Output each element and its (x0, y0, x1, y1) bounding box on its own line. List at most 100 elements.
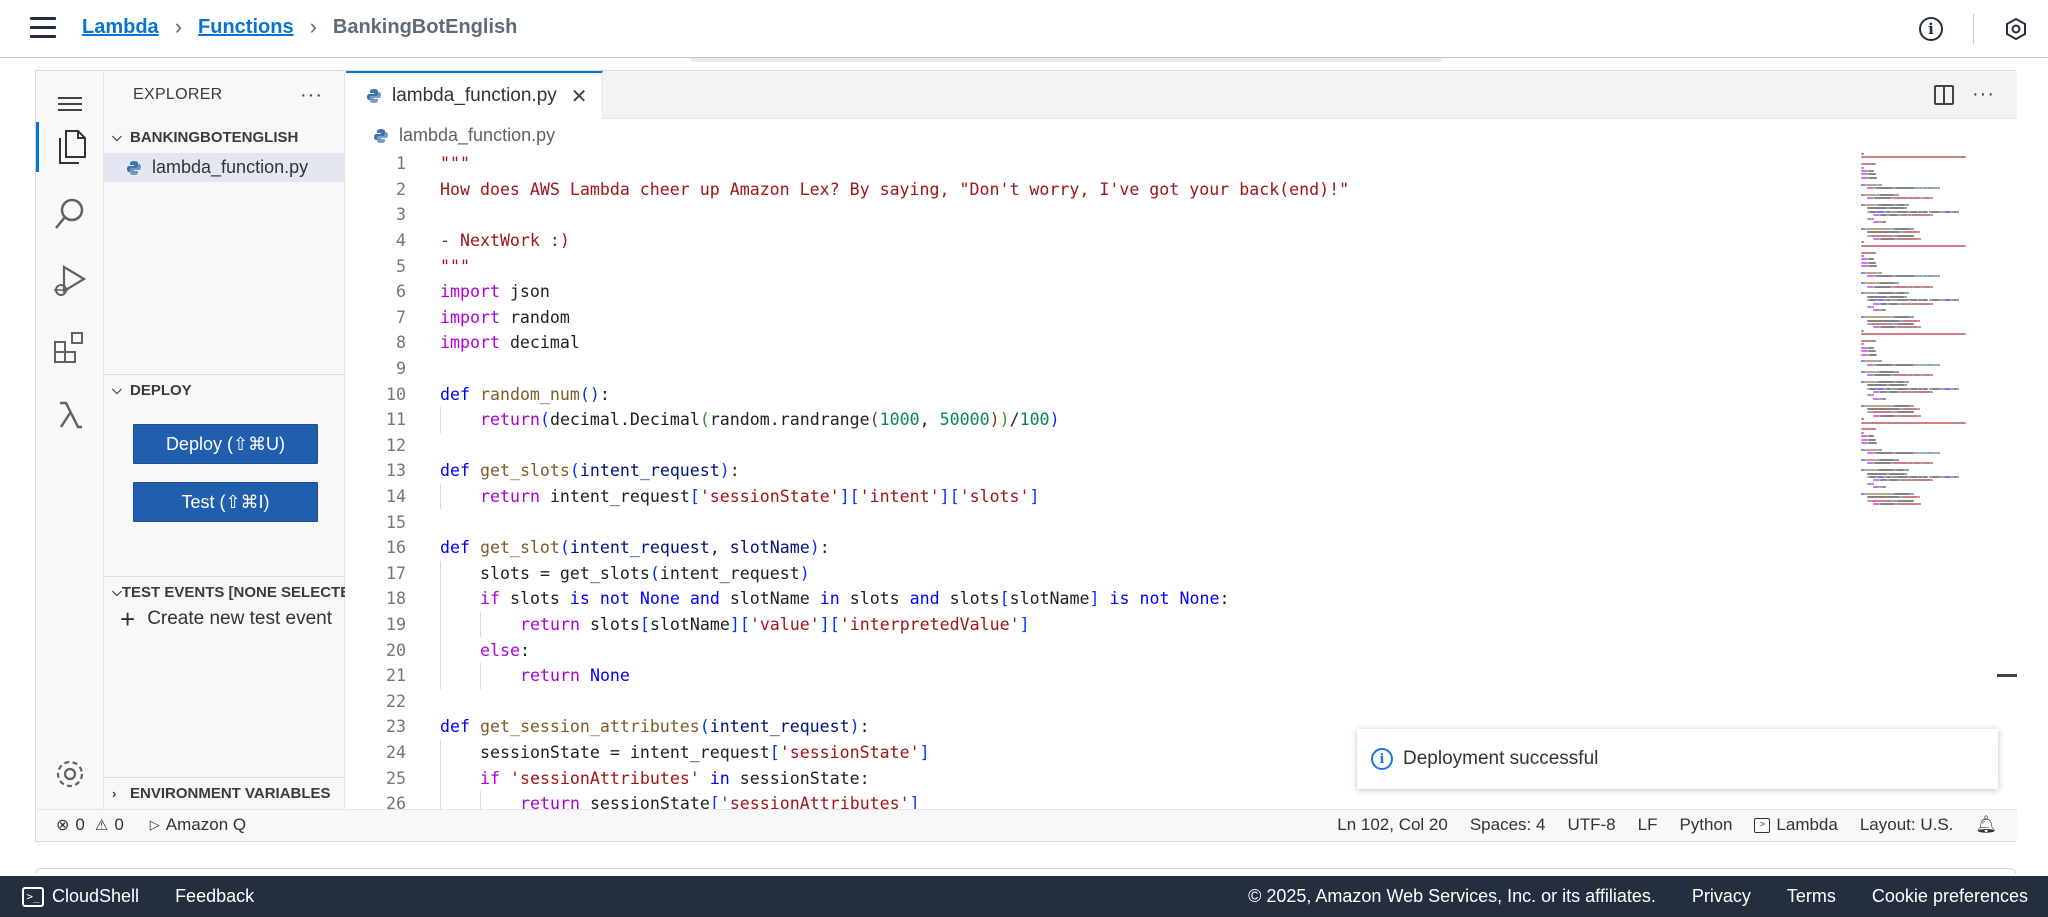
code-content[interactable]: 1 """ 2 How does AWS Lambda cheer up Amazon… (346, 151, 1826, 809)
minimap-token (1931, 285, 1934, 288)
code-token: [ (769, 743, 780, 763)
create-test-event-item[interactable]: + Create new test event (120, 606, 332, 632)
code-line[interactable]: 13 def get_slots(intent_request): (346, 458, 1826, 484)
minimap-token (1867, 258, 1874, 261)
activity-extensions[interactable] (36, 323, 104, 373)
minimap-token (1907, 292, 1910, 295)
minimap-token (1930, 387, 1940, 390)
minimap-token (1910, 479, 1932, 482)
more-actions-icon[interactable]: ··· (1972, 83, 1995, 106)
minimap-token (1867, 275, 1874, 278)
code-line[interactable]: 18 if slots is not None and slotName in s… (346, 586, 1826, 612)
minimap-token (1873, 462, 1892, 465)
minimap-token (1861, 421, 1966, 424)
split-editor-icon[interactable] (1934, 84, 1955, 105)
folder-bankingbotenglish[interactable]: ⌵ BANKINGBOTENGLISH (104, 123, 345, 151)
line-number: 9 (396, 359, 406, 379)
minimap-token (1867, 295, 1887, 298)
minimap-token (1888, 295, 1905, 298)
code-line[interactable]: 2 How does AWS Lambda cheer up Amazon Lex… (346, 177, 1826, 203)
code-token: ( (869, 410, 880, 430)
minimap-token (1867, 462, 1874, 465)
minimap-token (1923, 374, 1932, 376)
code-line[interactable]: 8 import decimal (346, 330, 1826, 356)
feedback-link[interactable]: Feedback (175, 886, 254, 907)
minimap-token (1873, 309, 1880, 312)
code-line[interactable]: 16 def get_slot(intent_request, slotName)… (346, 535, 1826, 561)
minimap-token (1879, 414, 1895, 417)
cloudshell-button[interactable]: >_ CloudShell (22, 886, 139, 907)
code-line[interactable]: 9 (346, 356, 1826, 382)
minimap-token (1869, 387, 1878, 390)
line-number: 21 (386, 666, 406, 686)
minimap-token (1867, 217, 1872, 220)
line-number: 10 (386, 384, 406, 404)
code-line[interactable]: 1 """ (346, 151, 1826, 177)
amazon-q-status[interactable]: ▷ Amazon Q (150, 815, 246, 835)
close-icon[interactable]: ✕ (571, 84, 588, 109)
code-line[interactable]: 14 return intent_request['sessionState'][… (346, 483, 1826, 510)
code-token: ( (559, 538, 570, 558)
privacy-link[interactable]: Privacy (1692, 886, 1751, 907)
info-icon: i (1371, 748, 1393, 770)
bell-icon[interactable]: 🔔︎ (1975, 815, 1997, 835)
terms-link[interactable]: Terms (1787, 886, 1836, 907)
minimap-token (1931, 214, 1934, 217)
minimap-token (1861, 258, 1868, 261)
test-button[interactable]: Test (⇧⌘I) (133, 482, 318, 522)
code-line[interactable]: 10 def random_num(): (346, 381, 1826, 407)
test-events-section[interactable]: ⌵ TEST EVENTS [NONE SELECTED] (104, 578, 345, 606)
activity-settings[interactable] (36, 749, 104, 799)
run-debug-icon (54, 265, 87, 296)
activity-run-debug[interactable] (36, 256, 104, 306)
code-line[interactable]: 11 return(decimal.Decimal(random.randrang… (346, 407, 1826, 433)
code-line[interactable]: 17 slots = get_slots(intent_request) (346, 560, 1826, 587)
code-line[interactable]: 4 - NextWork :) (346, 228, 1826, 254)
lambda-status[interactable]: > Lambda (1754, 815, 1838, 835)
code-line[interactable]: 7 import random (346, 305, 1826, 331)
code-line[interactable]: 21 return None (346, 663, 1826, 689)
minimap-token (1896, 282, 1899, 285)
menu-icon[interactable] (30, 17, 56, 41)
keyboard-layout[interactable]: Layout: U.S. (1860, 815, 1954, 835)
activity-bar (36, 71, 104, 809)
settings-hexagon-icon[interactable] (2004, 17, 2028, 41)
encoding[interactable]: UTF-8 (1567, 815, 1615, 835)
code-line[interactable]: 12 (346, 433, 1826, 459)
language-mode[interactable]: Python (1679, 815, 1732, 835)
cursor-position[interactable]: Ln 102, Col 20 (1337, 815, 1448, 835)
minimap-token (1875, 363, 1894, 366)
code-line[interactable]: 15 (346, 509, 1826, 535)
minimap-token (1861, 343, 1865, 346)
deploy-button[interactable]: Deploy (⇧⌘U) (133, 424, 318, 464)
code-line[interactable]: 3 (346, 202, 1826, 228)
code-text: """ (440, 257, 470, 276)
line-number: 25 (386, 768, 406, 788)
activity-explorer[interactable] (36, 122, 104, 172)
more-actions-icon[interactable]: ··· (300, 84, 323, 107)
breadcrumb-functions[interactable]: Functions (198, 16, 294, 39)
code-line[interactable]: 26 return sessionState['sessionAttributes… (346, 791, 1826, 809)
problems-indicator[interactable]: ⊗ 0 ⚠ 0 (56, 815, 124, 835)
minimap[interactable] (1861, 153, 2021, 513)
end-of-line[interactable]: LF (1638, 815, 1658, 835)
code-line[interactable]: 5 """ (346, 253, 1826, 279)
tab-lambda-function[interactable]: lambda_function.py ✕ (346, 71, 603, 119)
code-line[interactable]: 20 else: (346, 637, 1826, 663)
environment-variables-section[interactable]: › ENVIRONMENT VARIABLES (104, 779, 345, 807)
horizontal-scroll-indicator (690, 58, 1442, 62)
code-line[interactable]: 22 (346, 689, 1826, 715)
deploy-section[interactable]: ⌵ DEPLOY (104, 376, 345, 404)
breadcrumb-lambda[interactable]: Lambda (82, 16, 159, 39)
cookie-preferences-link[interactable]: Cookie preferences (1872, 886, 2028, 907)
file-item-lambda-function[interactable]: lambda_function.py (104, 153, 345, 182)
minimap-token (1871, 482, 1874, 485)
code-line[interactable]: 19 return slots[slotName]['value']['inter… (346, 611, 1826, 638)
path-label[interactable]: lambda_function.py (399, 125, 555, 146)
minimap-token (1937, 363, 1940, 366)
activity-lambda[interactable] (36, 390, 104, 440)
activity-search[interactable] (36, 189, 104, 239)
code-line[interactable]: 6 import json (346, 279, 1826, 305)
info-icon[interactable]: i (1919, 17, 1943, 41)
indentation[interactable]: Spaces: 4 (1470, 815, 1546, 835)
